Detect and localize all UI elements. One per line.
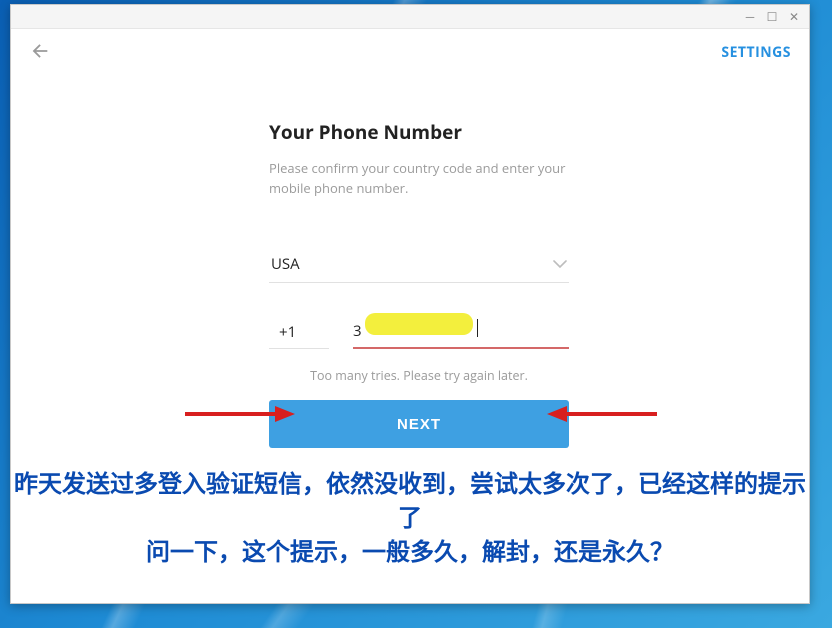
header-bar: SETTINGS	[11, 29, 809, 69]
settings-link[interactable]: SETTINGS	[721, 43, 791, 62]
phone-row: +1 3	[269, 317, 569, 349]
phone-number-value: 3	[353, 321, 362, 341]
error-message: Too many tries. Please try again later.	[269, 367, 569, 384]
app-window: ─ ☐ ✕ SETTINGS Your Phone Number Please …	[10, 4, 810, 604]
content-area: Your Phone Number Please confirm your co…	[11, 69, 809, 603]
redaction-overlay	[365, 313, 473, 335]
country-select[interactable]: USA	[269, 248, 569, 283]
page-subtitle: Please confirm your country code and ent…	[269, 159, 569, 198]
back-button[interactable]	[29, 40, 53, 64]
text-caret	[477, 319, 478, 337]
country-label: USA	[271, 254, 300, 274]
country-code-input[interactable]: +1	[269, 318, 329, 349]
maximize-button[interactable]: ☐	[761, 8, 783, 26]
page-title: Your Phone Number	[269, 119, 569, 145]
login-form: Your Phone Number Please confirm your co…	[269, 119, 569, 448]
titlebar: ─ ☐ ✕	[11, 5, 809, 29]
close-button[interactable]: ✕	[783, 8, 805, 26]
chevron-down-icon	[553, 256, 567, 273]
minimize-button[interactable]: ─	[739, 8, 761, 26]
phone-number-input[interactable]: 3	[353, 317, 569, 349]
next-button[interactable]: NEXT	[269, 400, 569, 448]
arrow-left-icon	[29, 40, 51, 62]
